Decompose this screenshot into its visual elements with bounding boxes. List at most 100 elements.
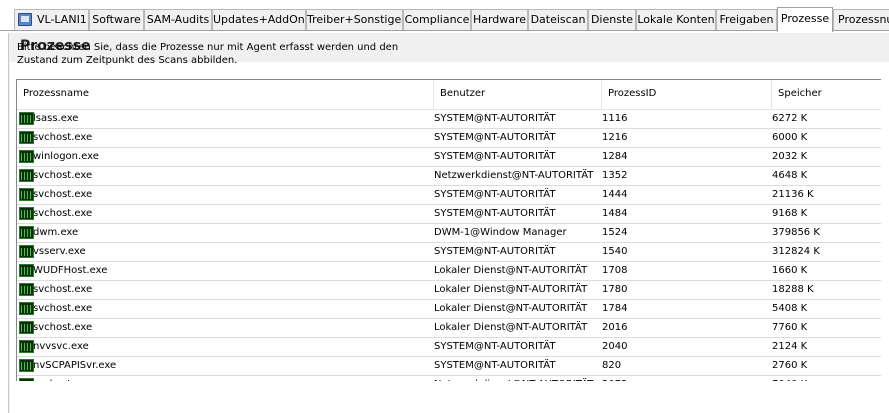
notice-text: Bitte beachten Sie, dass die Prozesse nu…	[17, 42, 399, 66]
cell-prozessname: svchost.exe	[17, 167, 433, 185]
table-row[interactable]: WUDFHost.exe Lokaler Dienst@NT-AUTORITÄT 1…	[17, 262, 881, 281]
tab-label: Lokale Konten	[637, 13, 715, 26]
process-name: WUDFHost.exe	[33, 265, 108, 276]
process-icon	[19, 150, 34, 163]
cell-benutzer: Netzwerkdienst@NT-AUTORITÄT	[433, 376, 602, 381]
process-icon	[19, 321, 34, 334]
table-header: Prozessname Benutzer ProzessID Speicher	[17, 80, 881, 110]
column-header-benutzer[interactable]: Benutzer	[433, 80, 601, 109]
tab-sam-audits[interactable]: SAM-Audits	[144, 9, 212, 30]
process-name: nvSCPAPISvr.exe	[33, 360, 117, 371]
tab-label: Dienste	[590, 13, 634, 26]
tab-label: Compliance	[404, 13, 470, 26]
cell-prozessname: svchost.exe	[17, 376, 433, 381]
process-icon	[19, 131, 34, 144]
cell-benutzer: Lokaler Dienst@NT-AUTORITÄT	[434, 303, 588, 314]
process-icon	[19, 112, 34, 125]
cell-prozessname: svchost.exe	[17, 205, 433, 223]
cell-speicher: 312824 K	[772, 246, 820, 257]
cell-benutzer: SYSTEM@NT-AUTORITÄT	[434, 189, 556, 200]
cell-speicher: 21136 K	[772, 189, 814, 200]
cell-speicher: 7760 K	[772, 322, 808, 333]
process-icon	[19, 188, 34, 201]
process-icon	[19, 340, 34, 353]
cell-prozessid: 1708	[602, 265, 628, 276]
cell-speicher: 5408 K	[772, 303, 808, 314]
column-header-speicher[interactable]: Speicher	[771, 80, 881, 109]
cell-speicher: 2124 K	[772, 341, 808, 352]
table-row[interactable]: lsass.exe SYSTEM@NT-AUTORITÄT 1116 6272 K	[17, 110, 881, 129]
table-row[interactable]: svchost.exe Netzwerkdienst@NT-AUTORITÄT20…	[17, 376, 881, 381]
cell-benutzer: SYSTEM@NT-AUTORITÄT	[434, 151, 556, 162]
table-row[interactable]: svchost.exe Lokaler Dienst@NT-AUTORITÄT 20…	[17, 319, 881, 338]
tab-dateiscan[interactable]: Dateiscan	[528, 9, 588, 30]
cell-benutzer: Lokaler Dienst@NT-AUTORITÄT	[434, 265, 588, 276]
tab-prozesse[interactable]: Prozesse	[777, 7, 833, 32]
cell-speicher: 2032 K	[772, 151, 808, 162]
cell-benutzer: Lokaler Dienst@NT-AUTORITÄT	[434, 322, 588, 333]
cell-prozessid: 1784	[602, 303, 628, 314]
cell-prozessname: svchost.exe	[17, 129, 433, 147]
cell-speicher: 379856 K	[772, 227, 820, 238]
tab-label: Software	[92, 13, 141, 26]
cell-prozessid: 1524	[602, 227, 628, 238]
table-row[interactable]: svchost.exe Lokaler Dienst@NT-AUTORITÄT 17…	[17, 281, 881, 300]
tab-label: Prozesse	[780, 12, 830, 25]
process-name: svchost.exe	[33, 189, 93, 200]
process-icon	[19, 302, 34, 315]
cell-prozessid: 1444	[602, 189, 628, 200]
cell-benutzer: Lokaler Dienst@NT-AUTORITÄT	[434, 284, 588, 295]
table-row[interactable]: svchost.exe SYSTEM@NT-AUTORITÄT 1444 21136 …	[17, 186, 881, 205]
tab-label: Dateiscan	[530, 13, 586, 26]
column-header-prozessname[interactable]: Prozessname	[17, 80, 433, 109]
cell-speicher: 6000 K	[772, 132, 808, 143]
tab-prozessnutzung[interactable]: Prozessnut	[833, 9, 889, 30]
cell-speicher: 2760 K	[772, 360, 808, 371]
process-icon	[19, 378, 34, 381]
process-name: lsass.exe	[33, 113, 79, 124]
tab-dienste[interactable]: Dienste	[588, 9, 636, 30]
cell-prozessname: svchost.exe	[17, 319, 433, 337]
cell-speicher: 9168 K	[772, 208, 808, 219]
cell-prozessname: winlogon.exe	[17, 148, 433, 166]
table-row[interactable]: winlogon.exe SYSTEM@NT-AUTORITÄT 1284 2032 …	[17, 148, 881, 167]
process-name: svchost.exe	[33, 303, 93, 314]
table-row[interactable]: svchost.exe SYSTEM@NT-AUTORITÄT 1484 9168 K	[17, 205, 881, 224]
process-name: vsserv.exe	[33, 246, 86, 257]
tab-label: Prozessnut	[838, 13, 889, 26]
cell-prozessid: 1284	[602, 151, 628, 162]
table-row[interactable]: nvvsvc.exe SYSTEM@NT-AUTORITÄT 2040 2124 K	[17, 338, 881, 357]
cell-benutzer: DWM-1@Window Manager	[434, 227, 567, 238]
cell-benutzer: SYSTEM@NT-AUTORITÄT	[434, 360, 556, 371]
process-icon	[19, 264, 34, 277]
table-row[interactable]: vsserv.exe SYSTEM@NT-AUTORITÄT 1540 312824 …	[17, 243, 881, 262]
tab-lokale-konten[interactable]: Lokale Konten	[636, 9, 716, 30]
table-row[interactable]: nvSCPAPISvr.exe SYSTEM@NT-AUTORITÄT 820 276…	[17, 357, 881, 376]
table-row[interactable]: svchost.exe SYSTEM@NT-AUTORITÄT 1216 6000 K	[17, 129, 881, 148]
tab-updates-addons[interactable]: Updates+AddOns	[212, 9, 306, 30]
tab-freigaben[interactable]: Freigaben	[716, 9, 777, 30]
cell-speicher: 4648 K	[772, 170, 808, 181]
tab-vl-lani1[interactable]: VL-LANI1	[14, 9, 89, 30]
table-row[interactable]: svchost.exe Lokaler Dienst@NT-AUTORITÄT 17…	[17, 300, 881, 319]
cell-benutzer: Netzwerkdienst@NT-AUTORITÄT	[434, 170, 594, 181]
tab-hardware[interactable]: Hardware	[471, 9, 528, 30]
process-name: dwm.exe	[33, 227, 79, 238]
cell-benutzer: SYSTEM@NT-AUTORITÄT	[434, 208, 556, 219]
tab-software[interactable]: Software	[89, 9, 144, 30]
tab-treiber-sonstiges[interactable]: Treiber+Sonstiges	[306, 9, 403, 30]
process-name: svchost.exe	[33, 170, 93, 181]
column-header-prozessid[interactable]: ProzessID	[601, 80, 771, 109]
cell-prozessid: 1116	[602, 113, 628, 124]
cell-prozessid: 1484	[602, 208, 628, 219]
cell-prozessid: 2040	[602, 341, 628, 352]
table-row[interactable]: dwm.exe DWM-1@Window Manager 1524 379856 K	[17, 224, 881, 243]
computer-icon	[18, 13, 32, 26]
table-row[interactable]: svchost.exe Netzwerkdienst@NT-AUTORITÄT 13…	[17, 167, 881, 186]
process-table: Prozessname Benutzer ProzessID Speicher …	[16, 79, 881, 381]
cell-benutzer: SYSTEM@NT-AUTORITÄT	[434, 132, 556, 143]
tab-label: Freigaben	[719, 13, 774, 26]
cell-benutzer: SYSTEM@NT-AUTORITÄT	[434, 113, 556, 124]
cell-prozessname: lsass.exe	[17, 110, 433, 128]
tab-compliance[interactable]: Compliance	[403, 9, 471, 30]
